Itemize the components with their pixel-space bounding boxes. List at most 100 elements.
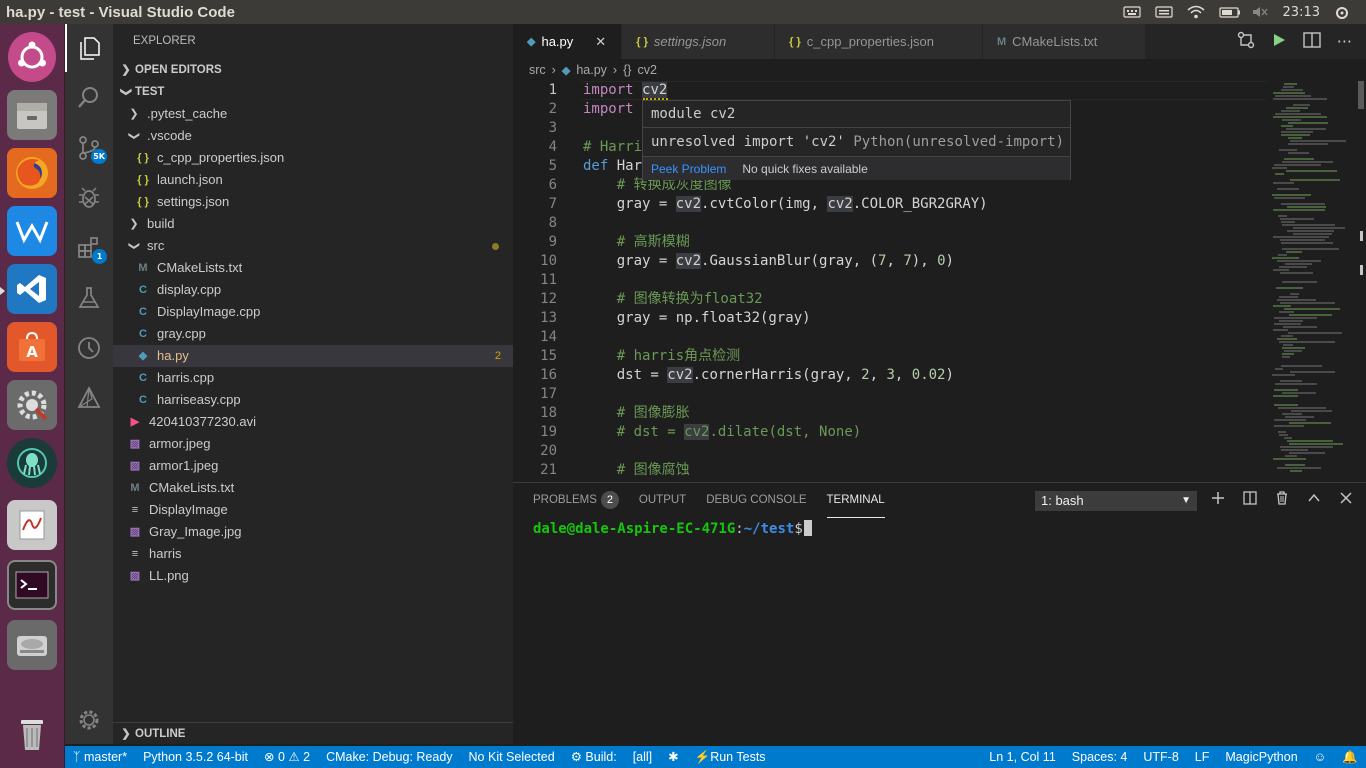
tree-file[interactable]: { } launch.json [113,169,513,191]
keyboard-layout-icon[interactable] [1154,5,1173,19]
search-icon[interactable] [65,74,113,122]
panel-tab[interactable]: OUTPUT [639,483,686,518]
breadcrumb-file[interactable]: ha.py [576,63,607,77]
terminal[interactable]: dale@dale-Aspire-EC-471G:~/test$ [533,520,812,537]
notifications-bell-icon[interactable]: 🔔 [1334,746,1366,768]
branch-status[interactable]: ᛉ master* [65,746,135,768]
outline-section[interactable]: ❯ OUTLINE [113,722,513,744]
end-of-line[interactable]: LF [1187,746,1218,768]
cmake-triangle-icon[interactable] [65,374,113,422]
kit-status[interactable]: No Kit Selected [461,746,563,768]
run-tests-status[interactable]: ⚡Run Tests [687,746,774,768]
tree-file[interactable]: ▨ LL.png [113,565,513,587]
tree-file[interactable]: Charris.cpp [113,367,513,389]
tree-file[interactable]: ▨ armor.jpeg [113,433,513,455]
kill-terminal-trash-icon[interactable] [1275,491,1289,509]
tree-folder[interactable]: ❯ .pytest_cache [113,103,513,125]
editor-tab[interactable]: { } settings.json [622,24,776,59]
explorer-icon[interactable] [65,24,113,72]
open-changes-icon[interactable] [1237,31,1255,53]
editor-tab[interactable]: M CMakeLists.txt [983,24,1147,59]
wifi-icon[interactable] [1187,5,1205,19]
maximize-panel-chevron-up-icon[interactable] [1307,491,1321,509]
tree-file[interactable]: ▨ Gray_Image.jpg [113,521,513,543]
tree-folder[interactable]: ❯ build [113,213,513,235]
tree-file[interactable]: ▨ armor1.jpeg [113,455,513,477]
terminal-select[interactable]: 1: bash ▼ [1035,491,1197,511]
source-control-icon[interactable]: 5K [65,124,113,172]
tab-label: c_cpp_properties.json [806,34,934,49]
breadcrumb-symbol[interactable]: cv2 [637,63,656,77]
problems-status[interactable]: ⊗ 0 ⚠ 2 [256,746,318,768]
gitlens-history-icon[interactable] [65,324,113,372]
clock[interactable]: 23:13 [1283,5,1320,20]
feedback-smiley-icon[interactable]: ☺ [1306,746,1335,768]
battery-icon[interactable] [1218,5,1240,19]
terminal-icon[interactable] [7,560,57,610]
panel-tab[interactable]: TERMINAL [826,483,885,518]
python-interpreter[interactable]: Python 3.5.2 64-bit [135,746,256,768]
trash-icon[interactable] [7,708,57,758]
gitkraken-icon[interactable] [7,438,57,488]
open-editors-section[interactable]: ❯ OPEN EDITORS [113,59,513,81]
tree-file[interactable]: { } settings.json [113,191,513,213]
document-viewer-icon[interactable] [7,500,57,550]
cmake-status[interactable]: CMake: Debug: Ready [318,746,460,768]
vscode-launcher-icon[interactable] [7,264,57,314]
ubuntu-dash-icon[interactable] [8,32,56,82]
tree-file[interactable]: M CMakeLists.txt [113,257,513,279]
tree-file[interactable]: Cgray.cpp [113,323,513,345]
peek-problem-link[interactable]: Peek Problem [651,157,726,180]
build-target[interactable]: [all] [625,746,660,768]
panel-tab[interactable]: PROBLEMS 2 [533,483,619,518]
cursor-position[interactable]: Ln 1, Col 11 [981,746,1063,768]
tree-file[interactable]: ≡ harris [113,543,513,565]
tree-file[interactable]: ◆ ha.py 2 [113,345,513,367]
editor-tab[interactable]: ◆ ha.py ✕ [513,24,623,59]
wps-writer-icon[interactable] [7,206,57,256]
tree-file[interactable]: Charriseasy.cpp [113,389,513,411]
encoding[interactable]: UTF-8 [1135,746,1186,768]
split-editor-icon[interactable] [1303,31,1321,52]
tree-file[interactable]: C DisplayImage.cpp [113,301,513,323]
run-play-icon[interactable] [1271,32,1287,52]
tree-file[interactable]: M CMakeLists.txt [113,477,513,499]
workspace-section[interactable]: ❯ TEST [113,81,513,103]
minimap-scrollbar[interactable] [1356,81,1366,481]
extensions-icon[interactable]: 1 [65,224,113,272]
warning-count: 2 [303,750,311,764]
panel-tab[interactable]: DEBUG CONSOLE [706,483,806,518]
volume-muted-icon[interactable] [1251,5,1269,19]
test-flask-icon[interactable] [65,274,113,322]
more-actions-icon[interactable]: ··· [1337,32,1352,51]
close-tab-icon[interactable]: ✕ [595,34,607,50]
tree-file[interactable]: ≡ DisplayImage [113,499,513,521]
scrollbar-thumb[interactable] [1358,81,1364,109]
tree-folder[interactable]: ❯ .vscode [113,125,513,147]
breadcrumb-folder[interactable]: src [529,63,546,77]
indentation[interactable]: Spaces: 4 [1064,746,1136,768]
disk-icon[interactable] [7,620,57,670]
new-terminal-icon[interactable] [1211,491,1225,509]
firefox-icon[interactable] [7,148,57,198]
power-gear-icon[interactable] [1334,5,1352,19]
editor-tab[interactable]: { } c_cpp_properties.json [775,24,983,59]
ubuntu-software-icon[interactable]: A [7,322,57,372]
system-settings-icon[interactable] [7,380,57,430]
tree-folder[interactable]: ❯ src [113,235,513,257]
minimap[interactable] [1266,81,1366,481]
build-status[interactable]: ⚙ Build: [563,746,625,768]
manage-gear-icon[interactable] [65,696,113,744]
language-mode[interactable]: MagicPython [1217,746,1305,768]
minimap-line [1277,260,1321,262]
files-icon[interactable] [7,90,57,140]
tree-file[interactable]: ▶ 420410377230.avi [113,411,513,433]
minimap-line [1275,173,1284,175]
keyboard-icon[interactable] [1122,5,1141,19]
debug-bug-icon[interactable]: ✱ [660,746,686,768]
close-panel-icon[interactable] [1339,491,1353,509]
debug-icon[interactable] [65,174,113,222]
split-terminal-icon[interactable] [1243,491,1257,509]
tree-file[interactable]: { } c_cpp_properties.json [113,147,513,169]
tree-file[interactable]: Cdisplay.cpp [113,279,513,301]
